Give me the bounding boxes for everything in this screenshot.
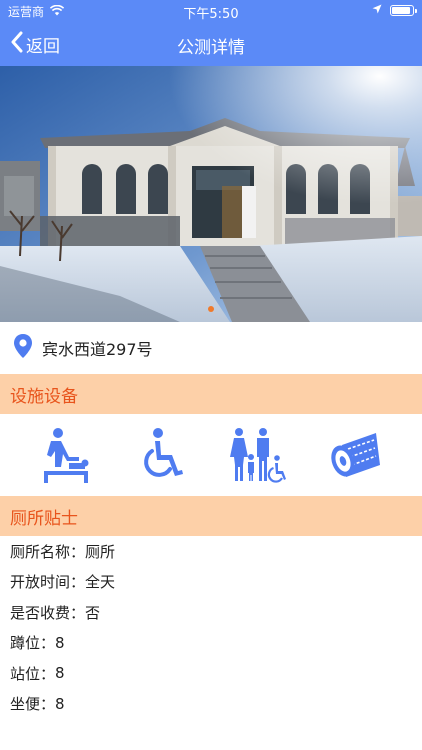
tip-label: 开放时间： bbox=[10, 573, 86, 592]
facilities-icon-row bbox=[0, 414, 422, 496]
tips-section-header: 厕所贴士 bbox=[0, 496, 422, 536]
tip-row: 开放时间： 全天 bbox=[0, 567, 422, 598]
carousel-indicator bbox=[0, 306, 422, 312]
tip-label: 站位： bbox=[10, 664, 56, 683]
page-title: 公测详情 bbox=[177, 38, 245, 58]
location-pin-icon bbox=[12, 333, 34, 363]
tip-value: 8 bbox=[55, 694, 65, 713]
tip-row: 蹲位： 8 bbox=[0, 628, 422, 659]
status-right bbox=[372, 3, 417, 17]
tip-row: 站位： 8 bbox=[0, 658, 422, 689]
toilet-paper-icon[interactable] bbox=[323, 422, 389, 488]
battery-icon bbox=[390, 4, 417, 16]
tip-value: 8 bbox=[55, 664, 65, 683]
tip-value: 全天 bbox=[85, 573, 116, 592]
tip-label: 坐便： bbox=[10, 695, 56, 714]
tip-row: 是否收费：否 bbox=[0, 597, 422, 628]
location-arrow-icon bbox=[372, 3, 382, 17]
tip-value: 8 bbox=[55, 633, 65, 652]
tip-value: 厕所 bbox=[85, 542, 116, 561]
tip-row: 厕所名称： 厕所 bbox=[0, 536, 422, 567]
baby-changing-icon[interactable] bbox=[33, 422, 99, 488]
address-row[interactable]: 宾水西道297号 bbox=[0, 322, 422, 374]
status-time: 下午5:50 bbox=[183, 7, 239, 22]
toilet-building-photo bbox=[0, 66, 422, 322]
battery-level bbox=[392, 6, 411, 14]
tip-value: 否 bbox=[85, 603, 101, 622]
family-restroom-icon[interactable] bbox=[226, 422, 292, 488]
carousel-dot bbox=[208, 306, 214, 312]
tips-list: 厕所名称： 厕所 开放时间： 全天 是否收费：否蹲位： 8 站位： 8 坐便： 8 bbox=[0, 536, 422, 719]
nav-bar: 返回 公测详情 bbox=[0, 22, 422, 66]
status-bar: 运营商 下午5:50 bbox=[0, 0, 422, 22]
address-text: 宾水西道297号 bbox=[42, 340, 153, 359]
tip-label: 蹲位： bbox=[10, 634, 56, 653]
facilities-section-header: 设施设备 bbox=[0, 374, 422, 414]
tip-label: 是否收费： bbox=[10, 603, 86, 622]
tip-label: 厕所名称： bbox=[10, 542, 86, 561]
tip-row: 坐便： 8 bbox=[0, 689, 422, 720]
wheelchair-icon[interactable] bbox=[130, 422, 196, 488]
toilet-photo-carousel[interactable] bbox=[0, 66, 422, 322]
